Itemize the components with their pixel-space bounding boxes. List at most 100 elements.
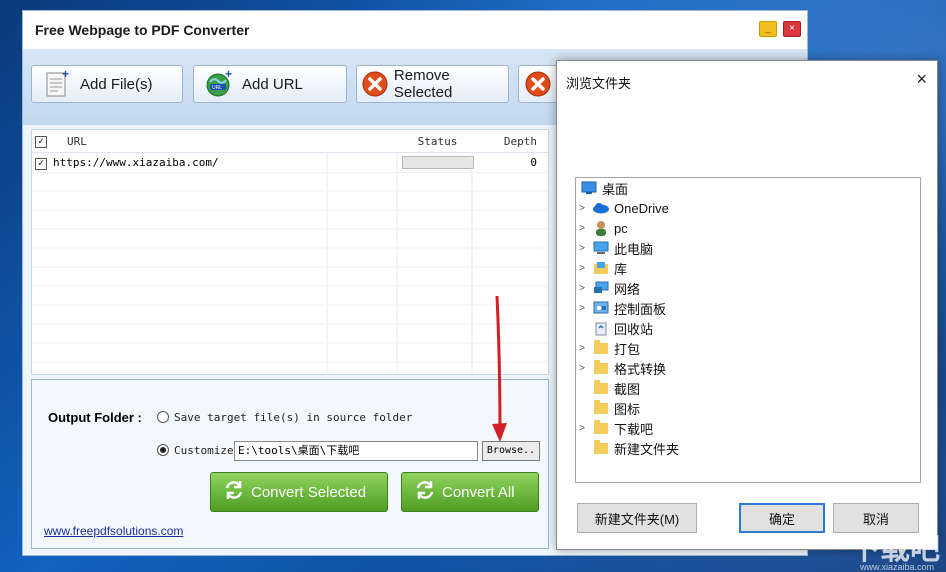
- cloud-icon: [592, 200, 610, 216]
- tree-item-pc-user[interactable]: > pc: [576, 218, 920, 238]
- tree-item-label: 库: [614, 261, 628, 277]
- customize-option-label: Customize: [174, 444, 234, 457]
- add-url-button[interactable]: URL + Add URL: [193, 65, 347, 103]
- tree-item-label: 下载吧: [614, 421, 654, 437]
- tree-item-label: 网络: [614, 281, 641, 297]
- convert-selected-label: Convert Selected: [251, 483, 367, 501]
- tree-item-label: 截图: [614, 381, 641, 397]
- tree-item-label: OneDrive: [614, 200, 669, 216]
- tree-item-label: 打包: [614, 341, 641, 357]
- depth-column-header: Depth: [503, 134, 537, 148]
- folder-icon: [592, 439, 610, 456]
- row-url: https://www.xiazaiba.com/: [53, 156, 219, 169]
- desktop-icon: [580, 180, 598, 196]
- url-column-header: URL: [67, 134, 87, 148]
- row-depth: 0: [530, 156, 537, 169]
- tree-item-label: pc: [614, 220, 628, 236]
- user-icon: [592, 220, 610, 236]
- folder-icon: [592, 359, 610, 376]
- window-title: Free Webpage to PDF Converter: [35, 22, 250, 38]
- tree-item-onedrive[interactable]: > OneDrive: [576, 198, 920, 218]
- remove-x-icon: [361, 69, 390, 99]
- convert-selected-button[interactable]: Convert Selected: [210, 472, 388, 512]
- globe-url-icon: URL +: [204, 69, 234, 99]
- folder-icon: [592, 399, 610, 416]
- convert-all-label: Convert All: [442, 483, 515, 501]
- svg-text:URL: URL: [212, 85, 222, 91]
- folder-tree: 桌面 > OneDrive > pc > 此电脑 > 库 > 网络 > 控制面板…: [575, 177, 921, 483]
- title-bar: Free Webpage to PDF Converter _ ×: [23, 11, 807, 49]
- expand-chevron-icon[interactable]: >: [576, 243, 588, 254]
- expand-chevron-icon[interactable]: >: [576, 363, 588, 374]
- tree-item-library[interactable]: > 库: [576, 258, 920, 278]
- tree-item-control-panel[interactable]: > 控制面板: [576, 298, 920, 318]
- convert-all-button[interactable]: Convert All: [401, 472, 539, 512]
- expand-chevron-icon[interactable]: >: [576, 223, 588, 234]
- folder-icon: [592, 379, 610, 396]
- tree-item-desktop[interactable]: 桌面: [576, 178, 920, 198]
- output-path-input[interactable]: E:\tools\桌面\下载吧: [234, 441, 478, 461]
- table-row[interactable]: ✓ https://www.xiazaiba.com/ 0: [32, 153, 548, 173]
- tree-item-folder-new[interactable]: 新建文件夹: [576, 438, 920, 458]
- row-checkbox[interactable]: ✓: [35, 157, 47, 170]
- tree-item-label: 控制面板: [614, 301, 667, 317]
- expand-chevron-icon[interactable]: >: [576, 263, 588, 274]
- source-folder-radio[interactable]: [157, 411, 169, 423]
- expand-chevron-icon[interactable]: >: [576, 203, 588, 214]
- row-status-progress: [401, 156, 474, 169]
- convert-all-icon: [414, 479, 436, 505]
- add-files-label: Add File(s): [80, 75, 153, 93]
- tree-item-label: 此电脑: [614, 241, 654, 257]
- remove-all-x-icon: [523, 69, 553, 99]
- status-column-header: Status: [417, 134, 458, 148]
- recycle-bin-icon: [592, 320, 610, 336]
- tree-item-folder-dabao[interactable]: > 打包: [576, 338, 920, 358]
- tree-item-folder-screenshots[interactable]: 截图: [576, 378, 920, 398]
- add-files-button[interactable]: + Add File(s): [31, 65, 183, 103]
- svg-text:+: +: [62, 69, 69, 81]
- remove-selected-button[interactable]: Remove Selected: [356, 65, 509, 103]
- close-button[interactable]: ×: [783, 21, 801, 37]
- dialog-close-button[interactable]: ×: [916, 69, 927, 90]
- remove-selected-label: Remove Selected: [393, 67, 453, 101]
- expand-chevron-icon[interactable]: >: [576, 423, 588, 434]
- tree-item-label: 新建文件夹: [614, 441, 680, 457]
- tree-item-label: 回收站: [614, 321, 654, 337]
- source-folder-option-label: Save target file(s) in source folder: [174, 411, 413, 424]
- dialog-title: 浏览文件夹: [566, 76, 632, 91]
- convert-icon: [223, 479, 245, 505]
- table-header: ✓ URL Status Depth: [32, 130, 548, 153]
- annotation-arrow: [492, 295, 507, 442]
- expand-chevron-icon[interactable]: >: [576, 303, 588, 314]
- network-icon: [592, 280, 610, 296]
- tree-item-network[interactable]: > 网络: [576, 278, 920, 298]
- tree-item-label: 桌面: [602, 181, 629, 197]
- website-link[interactable]: www.freepdfsolutions.com: [44, 524, 183, 538]
- expand-chevron-icon[interactable]: >: [576, 283, 588, 294]
- browse-folder-dialog: 浏览文件夹 × 桌面 > OneDrive > pc > 此电脑 > 库 > 网…: [556, 60, 938, 550]
- output-folder-label: Output Folder :: [48, 410, 142, 425]
- library-icon: [592, 260, 610, 276]
- remove-all-button[interactable]: [518, 65, 558, 103]
- ok-button[interactable]: 确定: [739, 503, 825, 533]
- customize-radio[interactable]: [157, 444, 169, 456]
- new-folder-button[interactable]: 新建文件夹(M): [577, 503, 697, 533]
- minimize-button[interactable]: _: [759, 21, 777, 37]
- control-panel-icon: [592, 300, 610, 316]
- computer-icon: [592, 240, 610, 256]
- tree-item-recycle-bin[interactable]: 回收站: [576, 318, 920, 338]
- svg-text:+: +: [225, 69, 232, 81]
- expand-chevron-icon[interactable]: >: [576, 343, 588, 354]
- folder-icon: [592, 419, 610, 436]
- tree-item-label: 图标: [614, 401, 641, 417]
- folder-icon: [592, 339, 610, 356]
- tree-item-label: 格式转换: [614, 361, 667, 377]
- tree-item-this-pc[interactable]: > 此电脑: [576, 238, 920, 258]
- watermark-url: www.xiazaiba.com: [859, 562, 934, 572]
- select-all-checkbox[interactable]: ✓: [35, 136, 47, 148]
- tree-item-folder-icons[interactable]: 图标: [576, 398, 920, 418]
- add-url-label: Add URL: [242, 75, 303, 93]
- tree-item-folder-xiazaiba[interactable]: > 下载吧: [576, 418, 920, 438]
- tree-item-folder-format[interactable]: > 格式转换: [576, 358, 920, 378]
- add-file-icon: +: [42, 69, 72, 99]
